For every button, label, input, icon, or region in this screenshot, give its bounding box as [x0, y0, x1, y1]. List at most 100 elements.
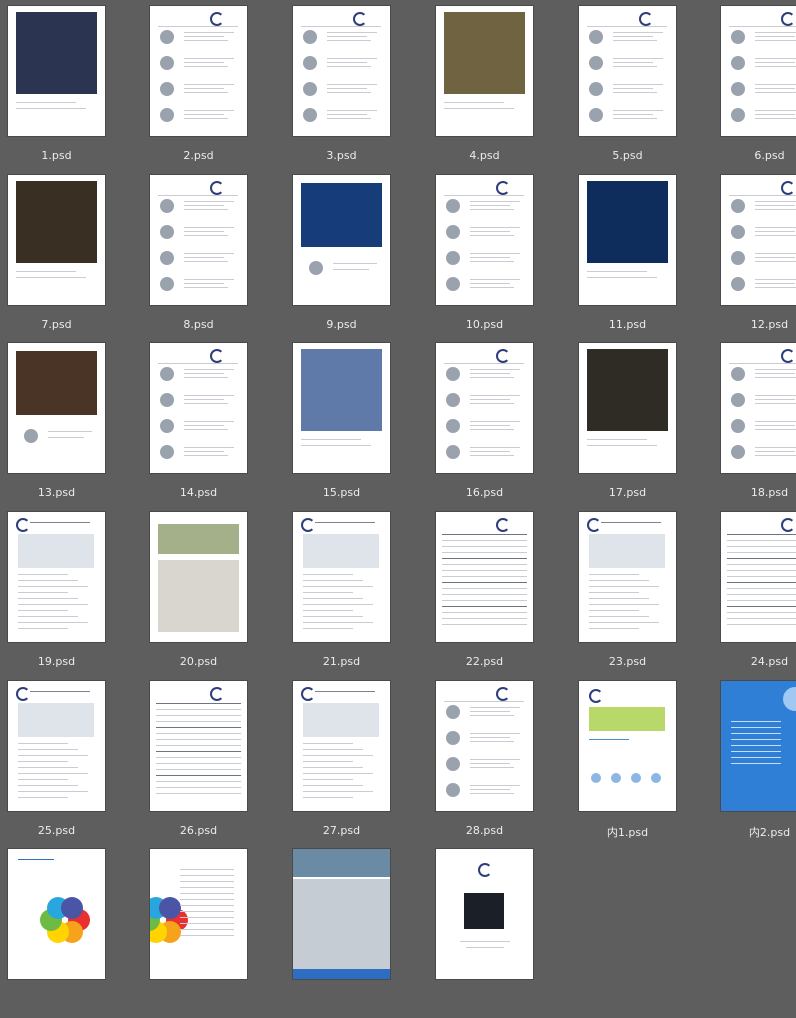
product-icon — [589, 56, 603, 70]
file-item[interactable]: 13.psd — [8, 343, 151, 512]
file-name-label: 15.psd — [322, 486, 361, 499]
product-icon — [446, 445, 460, 459]
product-icon — [160, 367, 174, 381]
file-thumbnail — [721, 681, 796, 811]
file-name-label: 14.psd — [179, 486, 218, 499]
file-thumbnail — [436, 681, 533, 811]
file-item[interactable]: 26.psd — [150, 681, 293, 850]
brand-logo-icon — [353, 12, 367, 26]
file-item[interactable]: 24.psd — [721, 512, 796, 681]
file-item[interactable]: 8.psd — [150, 175, 293, 344]
file-thumbnail — [293, 681, 390, 811]
file-item[interactable]: 21.psd — [293, 512, 436, 681]
file-name-label: 25.psd — [37, 824, 76, 837]
file-thumbnail — [8, 175, 105, 305]
file-name-label: 4.psd — [469, 149, 500, 162]
product-icon — [160, 30, 174, 44]
globe-icon — [783, 687, 796, 711]
page-photo — [301, 349, 382, 431]
file-name-label: 22.psd — [465, 655, 504, 668]
file-item[interactable]: 15.psd — [293, 343, 436, 512]
file-item[interactable] — [293, 849, 436, 1018]
product-icon — [446, 731, 460, 745]
product-icon — [446, 783, 460, 797]
product-icon — [160, 445, 174, 459]
file-thumbnail — [293, 512, 390, 642]
file-thumbnail — [721, 343, 796, 473]
file-item[interactable]: 10.psd — [436, 175, 579, 344]
file-item[interactable]: 19.psd — [8, 512, 151, 681]
file-item[interactable]: 27.psd — [293, 681, 436, 850]
product-icon — [731, 393, 745, 407]
file-name-label: 13.psd — [37, 486, 76, 499]
file-item[interactable]: 25.psd — [8, 681, 151, 850]
file-name-label: 2.psd — [183, 149, 214, 162]
file-item[interactable]: 内2.psd — [721, 681, 796, 850]
page-photo — [587, 181, 668, 263]
file-name-label: 9.psd — [326, 318, 357, 331]
file-thumbnail — [579, 175, 676, 305]
brand-logo-icon — [496, 181, 510, 195]
brand-logo-icon — [496, 687, 510, 701]
file-thumbnail — [8, 512, 105, 642]
file-item[interactable]: 1.psd — [8, 6, 151, 175]
brand-logo-icon — [496, 518, 510, 532]
page-photo — [587, 349, 668, 431]
file-item[interactable]: 18.psd — [721, 343, 796, 512]
file-item[interactable] — [436, 849, 579, 1018]
file-name-label: 11.psd — [608, 318, 647, 331]
brand-logo-icon — [587, 518, 601, 532]
file-item[interactable]: 28.psd — [436, 681, 579, 850]
file-item[interactable]: 5.psd — [579, 6, 722, 175]
product-icon — [24, 429, 38, 443]
file-thumbnail — [579, 343, 676, 473]
petal-icon — [61, 896, 83, 919]
file-item[interactable] — [150, 849, 293, 1018]
file-thumbnail — [436, 6, 533, 136]
brand-logo-icon — [781, 12, 795, 26]
brand-logo-icon — [210, 12, 224, 26]
file-item[interactable] — [8, 849, 151, 1018]
file-item[interactable]: 6.psd — [721, 6, 796, 175]
file-thumbnail — [436, 849, 533, 979]
product-icon — [160, 277, 174, 291]
file-thumbnail — [8, 6, 105, 136]
product-icon — [731, 82, 745, 96]
file-item[interactable]: 9.psd — [293, 175, 436, 344]
leaf-graphic — [589, 707, 665, 731]
brand-logo-icon — [639, 12, 653, 26]
file-item[interactable]: 7.psd — [8, 175, 151, 344]
file-name-label: 6.psd — [754, 149, 785, 162]
file-item[interactable]: 4.psd — [436, 6, 579, 175]
product-icon — [446, 705, 460, 719]
product-icon — [303, 108, 317, 122]
file-thumbnail — [721, 6, 796, 136]
file-thumbnail — [293, 343, 390, 473]
file-item[interactable]: 17.psd — [579, 343, 722, 512]
petal-icon — [159, 896, 181, 919]
file-item[interactable]: 12.psd — [721, 175, 796, 344]
product-icon — [446, 367, 460, 381]
page-photo — [16, 351, 97, 415]
file-name-label: 12.psd — [750, 318, 789, 331]
file-thumbnail — [579, 512, 676, 642]
file-item[interactable]: 3.psd — [293, 6, 436, 175]
file-item[interactable]: 20.psd — [150, 512, 293, 681]
product-icon — [731, 251, 745, 265]
product-icon — [731, 445, 745, 459]
file-item[interactable]: 11.psd — [579, 175, 722, 344]
file-name-label: 内2.psd — [748, 826, 791, 839]
file-name-label: 26.psd — [179, 824, 218, 837]
file-item[interactable]: 22.psd — [436, 512, 579, 681]
file-thumbnail — [8, 681, 105, 811]
file-item[interactable]: 14.psd — [150, 343, 293, 512]
product-icon — [446, 757, 460, 771]
file-thumbnail — [436, 175, 533, 305]
product-icon — [731, 108, 745, 122]
product-icon — [446, 199, 460, 213]
file-item[interactable]: 23.psd — [579, 512, 722, 681]
file-item[interactable]: 内1.psd — [579, 681, 722, 850]
file-item[interactable]: 2.psd — [150, 6, 293, 175]
product-icon — [309, 261, 323, 275]
file-item[interactable]: 16.psd — [436, 343, 579, 512]
